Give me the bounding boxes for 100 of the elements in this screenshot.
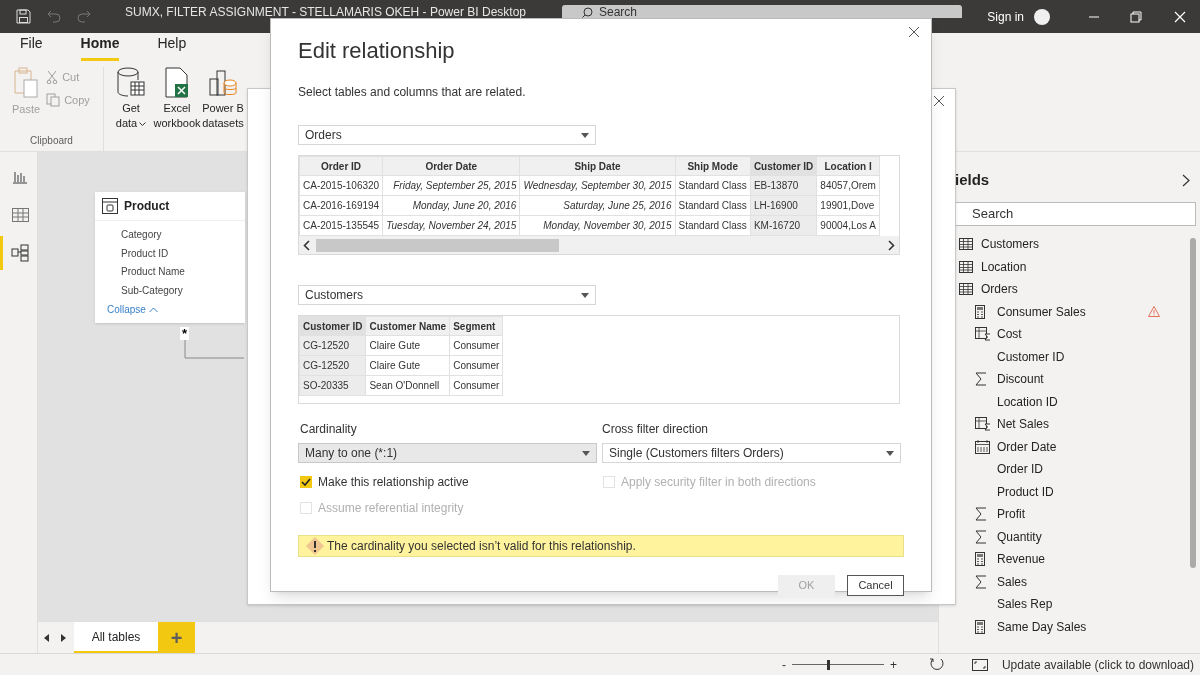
dropdown-caret-icon bbox=[582, 450, 590, 456]
field-label: Cross filter direction bbox=[602, 421, 710, 438]
table-cell: SO-20335 bbox=[299, 375, 366, 396]
scroll-left-icon[interactable] bbox=[44, 633, 49, 642]
refresh-icon[interactable] bbox=[928, 657, 944, 672]
fit-to-page-icon[interactable] bbox=[971, 658, 988, 671]
search-icon bbox=[582, 7, 593, 18]
checkbox[interactable] bbox=[300, 476, 312, 488]
undo-icon[interactable] bbox=[47, 10, 61, 23]
cancel-button[interactable]: Cancel bbox=[847, 575, 904, 596]
field-name[interactable]: Sales bbox=[997, 572, 1028, 591]
calendar-icon bbox=[975, 439, 990, 454]
column-header[interactable]: Location I bbox=[816, 156, 880, 176]
restore-icon[interactable] bbox=[1130, 10, 1142, 23]
column-header[interactable]: Customer ID bbox=[750, 156, 817, 176]
redo-icon[interactable] bbox=[77, 10, 91, 23]
field-name[interactable]: Net Sales bbox=[997, 415, 1050, 434]
zoom-in-button[interactable]: + bbox=[889, 655, 897, 674]
save-icon[interactable] bbox=[16, 9, 31, 24]
add-page-button[interactable]: + bbox=[158, 622, 195, 653]
bar-chart-icon[interactable] bbox=[12, 170, 28, 184]
column-header[interactable]: Order ID bbox=[299, 156, 383, 176]
zoom-slider[interactable] bbox=[791, 659, 884, 670]
zoom-slider-thumb[interactable] bbox=[827, 659, 831, 670]
field-name[interactable]: Profit bbox=[997, 505, 1025, 524]
dropdown-caret-icon bbox=[886, 450, 894, 456]
field-name[interactable]: Customer ID bbox=[997, 347, 1065, 366]
field-name[interactable]: Order Date bbox=[997, 437, 1057, 456]
column-header[interactable]: Segment bbox=[449, 316, 503, 336]
model-diagram-icon[interactable] bbox=[11, 244, 29, 262]
field-name[interactable]: Consumer Sales bbox=[997, 302, 1086, 321]
column-header[interactable]: Order Date bbox=[382, 156, 520, 176]
ribbon-tab[interactable]: File bbox=[20, 33, 43, 61]
spreadsheet-file-icon bbox=[163, 67, 191, 99]
table-grid-icon[interactable] bbox=[11, 208, 29, 222]
column-header[interactable]: Customer Name bbox=[365, 316, 450, 336]
page-tab[interactable]: All tables bbox=[74, 622, 158, 653]
window-title: SUMX, FILTER ASSIGNMENT - STELLAMARIS OKEH - Power BI Desktop bbox=[125, 6, 526, 18]
table-icon bbox=[959, 238, 973, 251]
field-name[interactable]: Order ID bbox=[997, 460, 1043, 479]
field-name[interactable]: Discount bbox=[997, 370, 1044, 389]
scrollbar-thumb[interactable] bbox=[316, 238, 559, 252]
field-name[interactable]: Cost bbox=[997, 325, 1022, 344]
field-name[interactable]: Revenue bbox=[997, 550, 1046, 569]
field-name[interactable]: Customers bbox=[981, 235, 1039, 254]
zoom-out-button[interactable]: - bbox=[781, 655, 786, 674]
column-header[interactable]: Customer ID bbox=[299, 316, 366, 336]
avatar[interactable] bbox=[1034, 8, 1050, 25]
table-icon bbox=[102, 198, 118, 214]
field-name[interactable]: Product Name bbox=[121, 263, 245, 282]
copy-icon bbox=[46, 92, 61, 107]
table-sigma-icon bbox=[975, 417, 991, 432]
sigma-icon bbox=[975, 507, 987, 522]
dropdown-field[interactable]: Orders bbox=[298, 125, 596, 145]
update-available-link[interactable]: Update available (click to download) bbox=[1001, 655, 1194, 674]
many-side-marker: * bbox=[180, 327, 190, 340]
dropdown-caret-icon bbox=[581, 292, 589, 298]
field-name[interactable]: Same Day Sales bbox=[997, 617, 1087, 636]
pane-title: ields bbox=[955, 169, 990, 190]
chevron-down-icon bbox=[139, 121, 147, 127]
field-name[interactable]: Product ID bbox=[997, 482, 1054, 501]
warning-icon bbox=[305, 536, 325, 556]
close-icon[interactable] bbox=[933, 95, 945, 107]
dropdown-field[interactable]: Customers bbox=[298, 285, 596, 305]
ribbon-button[interactable]: Power B datasets bbox=[202, 101, 244, 131]
ribbon-button[interactable]: Excel workbook bbox=[153, 101, 201, 131]
sign-in-link[interactable]: Sign in bbox=[987, 7, 1024, 26]
datasets-icon bbox=[208, 67, 238, 99]
ribbon-tab[interactable]: Home bbox=[80, 33, 120, 61]
field-name[interactable]: Product ID bbox=[121, 244, 245, 263]
scroll-right-icon[interactable] bbox=[888, 239, 895, 251]
close-icon[interactable] bbox=[908, 26, 920, 38]
field-name[interactable]: Orders bbox=[981, 280, 1018, 299]
field-name[interactable]: Sales Rep bbox=[997, 595, 1053, 614]
field-name[interactable]: Location bbox=[981, 257, 1027, 276]
database-icon bbox=[116, 67, 146, 99]
table-cell: CG-12520 bbox=[299, 335, 366, 356]
scroll-left-icon[interactable] bbox=[303, 239, 310, 251]
field-name[interactable]: Quantity bbox=[997, 527, 1042, 546]
field-name[interactable]: Category bbox=[121, 226, 245, 245]
checkmark-icon bbox=[301, 478, 311, 486]
ribbon-tab[interactable]: Help bbox=[157, 33, 187, 61]
column-header[interactable]: Ship Mode bbox=[675, 156, 751, 176]
scroll-right-icon[interactable] bbox=[61, 633, 66, 642]
field-name[interactable]: Location ID bbox=[997, 392, 1058, 411]
ribbon-button[interactable]: Get data bbox=[115, 101, 147, 131]
calculator-icon bbox=[975, 552, 985, 567]
sigma-icon bbox=[975, 529, 987, 544]
table-card[interactable]: Product Category Product ID Product Name Sub-Category Collapse bbox=[95, 192, 245, 323]
chevron-right-icon[interactable] bbox=[1182, 173, 1190, 187]
collapse-link[interactable]: Collapse bbox=[95, 300, 245, 323]
scrollbar-thumb[interactable] bbox=[1190, 238, 1196, 568]
field-name[interactable]: Sub-Category bbox=[121, 281, 245, 300]
sigma-icon bbox=[975, 372, 987, 387]
column-header[interactable]: Ship Date bbox=[519, 156, 675, 176]
calculator-icon bbox=[975, 619, 985, 634]
table-icon bbox=[959, 260, 973, 273]
search-field[interactable]: Search bbox=[562, 5, 962, 18]
checkbox-label: Assume referential integrity bbox=[318, 500, 464, 517]
dropdown-field[interactable]: Single (Customers filters Orders) bbox=[602, 443, 901, 463]
